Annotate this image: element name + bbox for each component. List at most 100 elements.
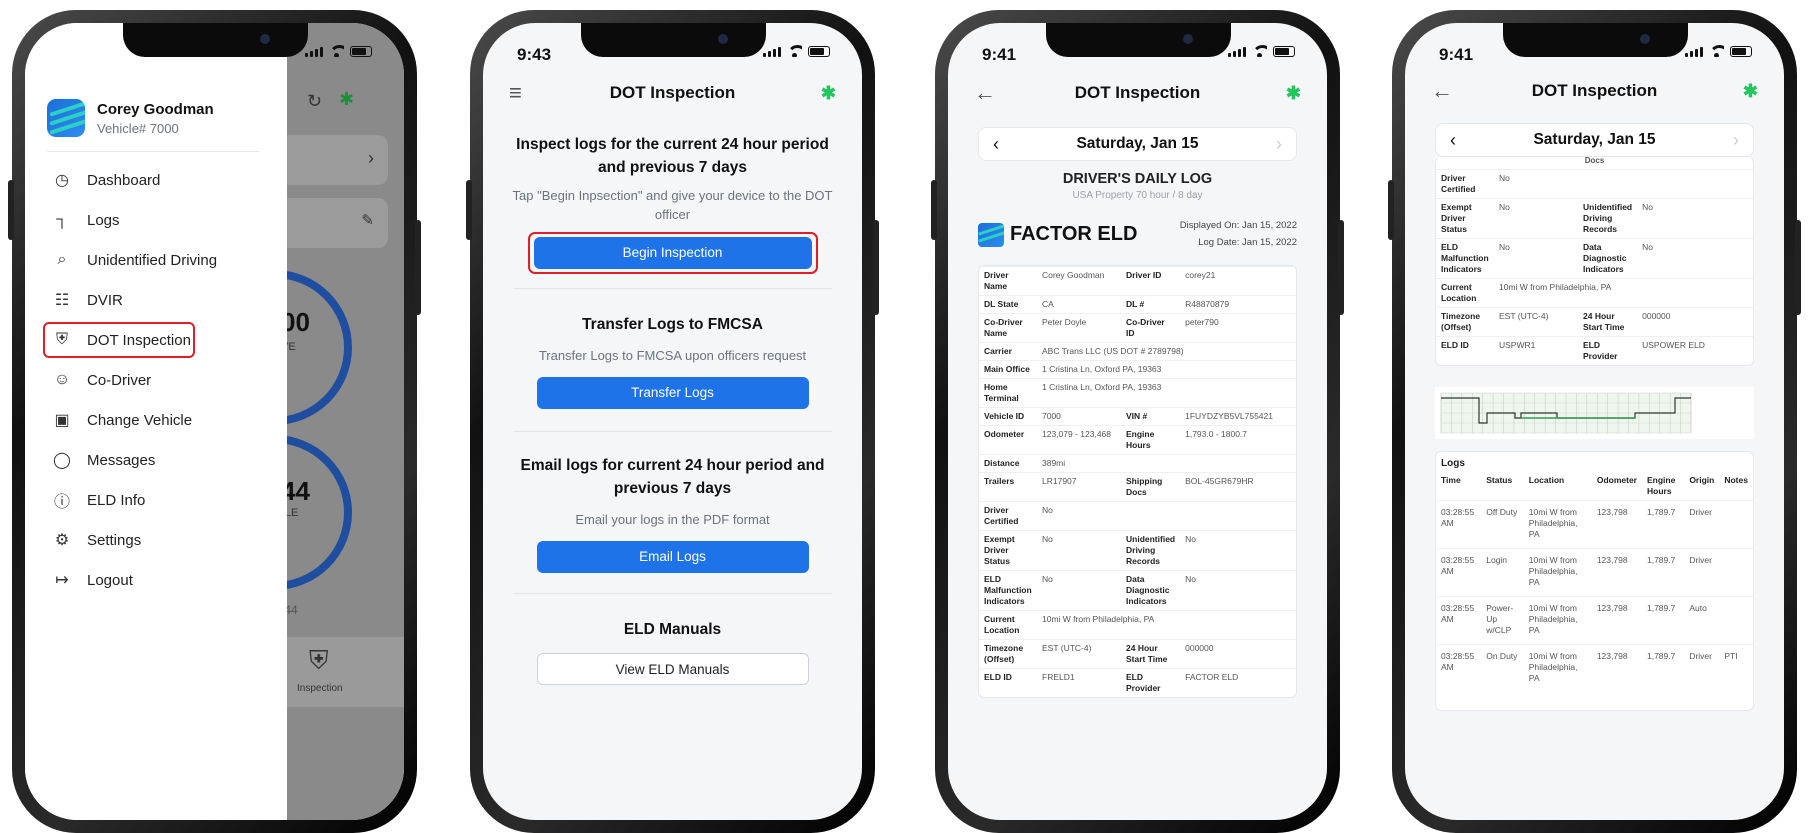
signal-icon	[1228, 47, 1246, 57]
table-cell: 123,798	[1591, 548, 1642, 597]
table-row[interactable]: 03:28:55 AM Power-Up w/CLP 10mi W from Phi…	[1436, 596, 1753, 645]
field-value: No	[1180, 530, 1296, 571]
field-label: Co-Driver Name	[979, 313, 1037, 343]
menu-item-settings[interactable]: ⚙ Settings	[45, 520, 271, 560]
back-arrow-icon[interactable]: ←	[974, 80, 996, 106]
field-value: No	[1637, 238, 1753, 279]
field-label: Unidentified Driving Records	[1578, 198, 1638, 239]
logs-icon: ┐	[56, 211, 68, 228]
menu-item-co-driver[interactable]: ☺ Co-Driver	[45, 360, 271, 400]
section-text: Email your logs in the PDF format	[575, 512, 770, 527]
signal-icon	[1685, 47, 1703, 57]
bg-card: ›	[287, 135, 388, 185]
table-cell: 03:28:55 AM	[1436, 596, 1482, 645]
field-label: Co-Driver ID	[1121, 313, 1181, 343]
menu-item-change-vehicle[interactable]: ▣ Change Vehicle	[45, 400, 271, 440]
info-row: Driver Name Corey Goodman Driver ID corey21	[979, 266, 1296, 296]
bluetooth-icon[interactable]: ✱	[821, 83, 836, 104]
back-arrow-icon[interactable]: ←	[1431, 78, 1453, 104]
phone-dot-inspection: 9:43 ≡ DOT Inspection ✱ Inspect logs for…	[466, 10, 879, 833]
bg-tabbar: ⛨ Inspection	[287, 637, 404, 707]
menu-item-eld-info[interactable]: ⓘ ELD Info	[45, 480, 271, 520]
table-cell: 1,789.7	[1641, 548, 1685, 597]
table-row[interactable]: 03:28:55 AM On Duty 10mi W from Philadelph…	[1436, 644, 1753, 692]
field-label: ELD ID	[979, 668, 1037, 697]
info-row: Driver Certified No	[1436, 169, 1753, 199]
field-value: No	[1037, 530, 1121, 571]
info-row: Trailers LR17907 Shipping Docs BOL-45GR679H…	[979, 472, 1296, 502]
notch	[1045, 23, 1231, 57]
phone-log-graph: 9:41 ← DOT Inspection ✱ ‹ Saturday, Jan …	[1388, 10, 1801, 833]
notch	[122, 23, 308, 57]
status-icons	[763, 45, 830, 57]
menu-item-logs[interactable]: ┐ Logs	[45, 200, 271, 240]
log-dates: Displayed On: Jan 15, 2022 Log Date: Jan…	[1180, 217, 1297, 251]
view-eld-manuals-button[interactable]: View ELD Manuals	[536, 653, 809, 685]
info-row: ELD ID FRELD1 ELD Provider FACTOR ELD	[979, 668, 1296, 697]
status-icons	[305, 45, 372, 57]
transfer-logs-button[interactable]: Transfer Logs	[536, 377, 809, 409]
bg-card: ✎	[287, 198, 388, 248]
table-cell: 1,789.7	[1641, 644, 1685, 692]
log-heading: DRIVER'S DAILY LOG	[1062, 171, 1213, 187]
table-cell: 1,789.7	[1641, 596, 1685, 645]
field-label: Current Location	[1436, 278, 1494, 308]
status-icons	[1685, 45, 1752, 57]
bluetooth-icon[interactable]: ✱	[1286, 83, 1301, 104]
vehicle-number: Vehicle# 7000	[97, 120, 179, 136]
hamburger-menu-icon[interactable]: ≡	[509, 80, 522, 106]
field-value: BOL-45GR679HR	[1180, 472, 1296, 502]
clock-icon: ◷	[55, 172, 69, 189]
log-date: Log Date: Jan 15, 2022	[1198, 237, 1297, 248]
table-cell: On Duty	[1481, 644, 1524, 692]
table-row[interactable]: 03:28:55 AM Login 10mi W from Philadelphia…	[1436, 548, 1753, 597]
menu-item-logout[interactable]: ↦ Logout	[45, 560, 271, 600]
table-cell	[1719, 596, 1753, 645]
info-row: Timezone (Offset) EST (UTC-4) 24 Hour Star…	[1436, 307, 1753, 337]
field-value: Peter Doyle	[1037, 313, 1121, 343]
bluetooth-icon[interactable]: ✱	[1743, 81, 1758, 102]
field-value: 1 Cristina Ln, Oxford PA, 19363	[1037, 360, 1296, 379]
graph-svg	[1440, 392, 1692, 434]
begin-inspection-button[interactable]: Begin Inspection	[533, 237, 812, 269]
menu-item-dashboard[interactable]: ◷ Dashboard	[45, 160, 271, 200]
field-value: R48870879	[1180, 295, 1296, 314]
profile: Corey Goodman Vehicle# 7000	[47, 99, 259, 152]
column-header: Time	[1441, 475, 1461, 485]
bluetooth-icon: ✱	[339, 89, 355, 109]
background-dimmed[interactable]: ↻ ✱ › ✎ 00 VE 44 CLE :44 ⛨ Inspection	[197, 23, 404, 820]
brand-name: FACTOR ELD	[1010, 223, 1138, 245]
log-ruleset: USA Property 70 hour / 8 day	[1072, 190, 1203, 201]
menu-item-dot-inspection[interactable]: ⛨ DOT Inspection	[43, 322, 195, 358]
menu-label: Logs	[87, 211, 120, 229]
wifi-icon	[329, 45, 344, 57]
content: Inspect logs for the current 24 hour per…	[483, 133, 862, 685]
email-logs-button[interactable]: Email Logs	[536, 541, 809, 573]
field-label: Exempt Driver Status	[1436, 198, 1494, 239]
field-label: Shipping Docs	[1121, 472, 1181, 502]
users-icon: ☺	[53, 371, 71, 388]
table-row[interactable]: 03:28:55 AM Off Duty 10mi W from Philadelp…	[1436, 500, 1753, 549]
transfer-section: Transfer Logs to FMCSA Transfer Logs to …	[483, 313, 862, 409]
next-day-icon[interactable]: ›	[1733, 130, 1739, 151]
logs-title: Logs	[1441, 458, 1465, 469]
screen: 9:41 ← DOT Inspection ✱ ‹ Saturday, Jan …	[1405, 23, 1784, 820]
menu-item-messages[interactable]: ◯ Messages	[45, 440, 271, 480]
logout-icon: ↦	[55, 572, 69, 589]
field-value: 389mi	[1037, 454, 1296, 473]
menu-label: Settings	[87, 531, 142, 549]
info-row: Driver Certified No	[979, 501, 1296, 531]
field-label: 24 Hour Start Time	[1578, 307, 1638, 337]
next-day-icon[interactable]: ›	[1276, 134, 1282, 155]
field-label: DL State	[979, 295, 1037, 314]
table-cell: Driver	[1684, 548, 1720, 597]
info-row: ELD Malfunction Indicators No Data Diagnos…	[1436, 238, 1753, 279]
column-header: Location	[1528, 475, 1565, 485]
prev-day-icon[interactable]: ‹	[993, 134, 999, 155]
field-value: No	[1494, 198, 1578, 239]
divider	[513, 288, 832, 289]
menu-item-unidentified-driving[interactable]: ⌕ Unidentified Driving	[45, 240, 271, 280]
signal-icon	[763, 47, 781, 57]
prev-day-icon[interactable]: ‹	[1450, 130, 1456, 151]
menu-item-dvir[interactable]: ☷ DVIR	[45, 280, 271, 320]
